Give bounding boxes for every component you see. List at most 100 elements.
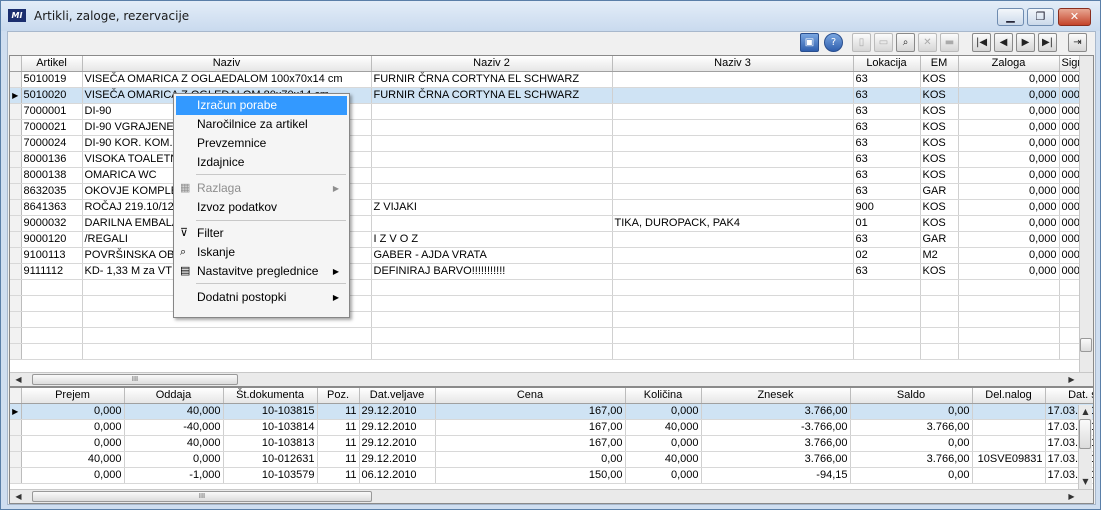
table-cell[interactable]: 000: [1059, 119, 1082, 136]
table-cell[interactable]: M2: [920, 247, 959, 264]
table-cell[interactable]: [612, 135, 854, 152]
table-cell[interactable]: [972, 435, 1046, 452]
table-cell[interactable]: 000: [1059, 247, 1082, 264]
table-cell[interactable]: 0,00: [850, 467, 973, 484]
table-cell[interactable]: 3.766,00: [701, 403, 851, 420]
table-cell[interactable]: 9000120: [21, 231, 83, 248]
table-cell[interactable]: [371, 151, 613, 168]
table-cell[interactable]: 0,000: [958, 119, 1060, 136]
table-cell[interactable]: 0,000: [958, 103, 1060, 120]
table-cell[interactable]: 0,000: [625, 435, 702, 452]
table-cell[interactable]: 40,000: [124, 403, 224, 420]
minimize-button[interactable]: ▁: [997, 8, 1024, 26]
table-cell[interactable]: [371, 183, 613, 200]
table-cell[interactable]: [972, 403, 1046, 420]
table-row[interactable]: 8000138 OMARICA WC 63 KOS 0,000 000: [10, 167, 1082, 184]
table-cell[interactable]: KOS: [920, 87, 959, 104]
table-cell[interactable]: 7000024: [21, 135, 83, 152]
column-header[interactable]: Lokacija: [853, 56, 921, 72]
table-cell[interactable]: 63: [853, 135, 921, 152]
table-row[interactable]: 7000021 DI-90 VGRAJENE S 63 KOS 0,000 000: [10, 119, 1082, 136]
table-cell[interactable]: [612, 167, 854, 184]
table-cell[interactable]: 0,000: [21, 419, 125, 436]
last-record-button[interactable]: ▶|: [1038, 33, 1057, 52]
maximize-button[interactable]: ❐: [1027, 8, 1054, 26]
column-header[interactable]: Poz.: [317, 388, 360, 404]
table-cell[interactable]: 0,000: [21, 467, 125, 484]
table-cell[interactable]: 0,000: [625, 403, 702, 420]
search-button[interactable]: ⌕: [896, 33, 915, 52]
table-cell[interactable]: 0,000: [958, 71, 1060, 88]
column-header[interactable]: Št.dokumenta: [223, 388, 318, 404]
table-cell[interactable]: 06.12.2010: [359, 467, 436, 484]
table-cell[interactable]: 000: [1059, 215, 1082, 232]
table-cell[interactable]: KOS: [920, 215, 959, 232]
table-cell[interactable]: 000: [1059, 183, 1082, 200]
table-cell[interactable]: [612, 263, 854, 280]
table-cell[interactable]: -3.766,00: [701, 419, 851, 436]
exit-button[interactable]: ⇥: [1068, 33, 1087, 52]
table-row[interactable]: 9100113 POVRŠINSKA OBD GABER - AJDA VRATA 0…: [10, 247, 1082, 264]
table-row[interactable]: 8632035 OKOVJE KOMPLET 63 GAR 0,000 000: [10, 183, 1082, 200]
table-cell[interactable]: 8000136: [21, 151, 83, 168]
table-row[interactable]: 9111112 KD- 1,33 M za VT DEFINIRAJ BARVO!!…: [10, 263, 1082, 280]
title-bar[interactable]: MI Artikli, zaloge, rezervacije ▁ ❐ ✕: [1, 1, 1100, 31]
table-cell[interactable]: KOS: [920, 71, 959, 88]
table-cell[interactable]: 11: [317, 467, 360, 484]
table-cell[interactable]: 10-103815: [223, 403, 318, 420]
empty-row[interactable]: [10, 295, 1082, 312]
table-cell[interactable]: 63: [853, 103, 921, 120]
table-cell[interactable]: 0,000: [958, 263, 1060, 280]
table-cell[interactable]: [972, 419, 1046, 436]
articles-vertical-scrollbar[interactable]: [1079, 56, 1093, 372]
table-cell[interactable]: 150,00: [435, 467, 626, 484]
table-cell[interactable]: 0,000: [958, 87, 1060, 104]
table-cell[interactable]: 000: [1059, 199, 1082, 216]
table-cell[interactable]: -1,000: [124, 467, 224, 484]
column-header[interactable]: Zaloga: [958, 56, 1060, 72]
table-cell[interactable]: KOS: [920, 119, 959, 136]
articles-horizontal-scrollbar[interactable]: ◀ III ▶: [10, 372, 1093, 386]
table-cell[interactable]: 8641363: [21, 199, 83, 216]
table-cell[interactable]: 02: [853, 247, 921, 264]
scroll-right-icon[interactable]: ▶: [1065, 373, 1078, 386]
transactions-grid[interactable]: Prejem Oddaja Št.dokumenta Poz. Dat.velj…: [9, 387, 1094, 504]
display-button[interactable]: ▣: [800, 33, 819, 52]
table-cell[interactable]: 0,000: [958, 135, 1060, 152]
table-cell[interactable]: -94,15: [701, 467, 851, 484]
table-cell[interactable]: 29.12.2010: [359, 403, 436, 420]
table-cell[interactable]: [371, 119, 613, 136]
column-header[interactable]: Sign: [1059, 56, 1082, 72]
menu-item-filter[interactable]: ⊽ Filter: [176, 224, 347, 243]
table-cell[interactable]: [371, 135, 613, 152]
table-cell[interactable]: 63: [853, 119, 921, 136]
table-row[interactable]: ▶5010020VISEČA OMARICA Z OGLEDALOM 80x70…: [10, 87, 1082, 104]
table-cell[interactable]: 63: [853, 71, 921, 88]
previous-record-button[interactable]: ◀: [994, 33, 1013, 52]
table-row[interactable]: ▶ 0,000 40,000 10-103815 11 29.12.2010 167,00 0…: [10, 403, 1093, 420]
table-cell[interactable]: KOS: [920, 199, 959, 216]
scroll-right-icon[interactable]: ▶: [1065, 490, 1078, 503]
table-row[interactable]: 0,000 -1,000 10-103579 11 06.12.2010 150,00 0,…: [10, 467, 1093, 484]
table-cell[interactable]: I Z V O Z: [371, 231, 613, 248]
column-header[interactable]: Dat. sprem.: [1045, 388, 1093, 404]
table-cell[interactable]: 11: [317, 435, 360, 452]
table-cell[interactable]: 3.766,00: [850, 451, 973, 468]
table-cell[interactable]: 0,000: [958, 151, 1060, 168]
table-row[interactable]: 9000032 DARILNA EMBALA TIKA, DUROPACK, PAK…: [10, 215, 1082, 232]
table-cell[interactable]: 0,000: [958, 215, 1060, 232]
table-cell[interactable]: 8000138: [21, 167, 83, 184]
column-header[interactable]: Naziv 2: [371, 56, 613, 72]
table-cell[interactable]: 8632035: [21, 183, 83, 200]
menu-item-prevzemnice[interactable]: Prevzemnice: [176, 134, 347, 153]
scroll-left-icon[interactable]: ◀: [12, 490, 25, 503]
table-cell[interactable]: 11: [317, 419, 360, 436]
table-cell[interactable]: 0,000: [958, 167, 1060, 184]
table-row[interactable]: 9000120/REGALI I Z V O Z 63 GAR 0,000 000: [10, 231, 1082, 248]
menu-item-naro-ilnice-za-artikel[interactable]: Naročilnice za artikel: [176, 115, 347, 134]
table-row[interactable]: 7000001 DI-90 63 KOS 0,000 000: [10, 103, 1082, 120]
table-cell[interactable]: 29.12.2010: [359, 435, 436, 452]
table-cell[interactable]: 9111112: [21, 263, 83, 280]
table-cell[interactable]: 3.766,00: [850, 419, 973, 436]
transactions-vertical-scrollbar[interactable]: ▲ ▼: [1078, 405, 1092, 489]
